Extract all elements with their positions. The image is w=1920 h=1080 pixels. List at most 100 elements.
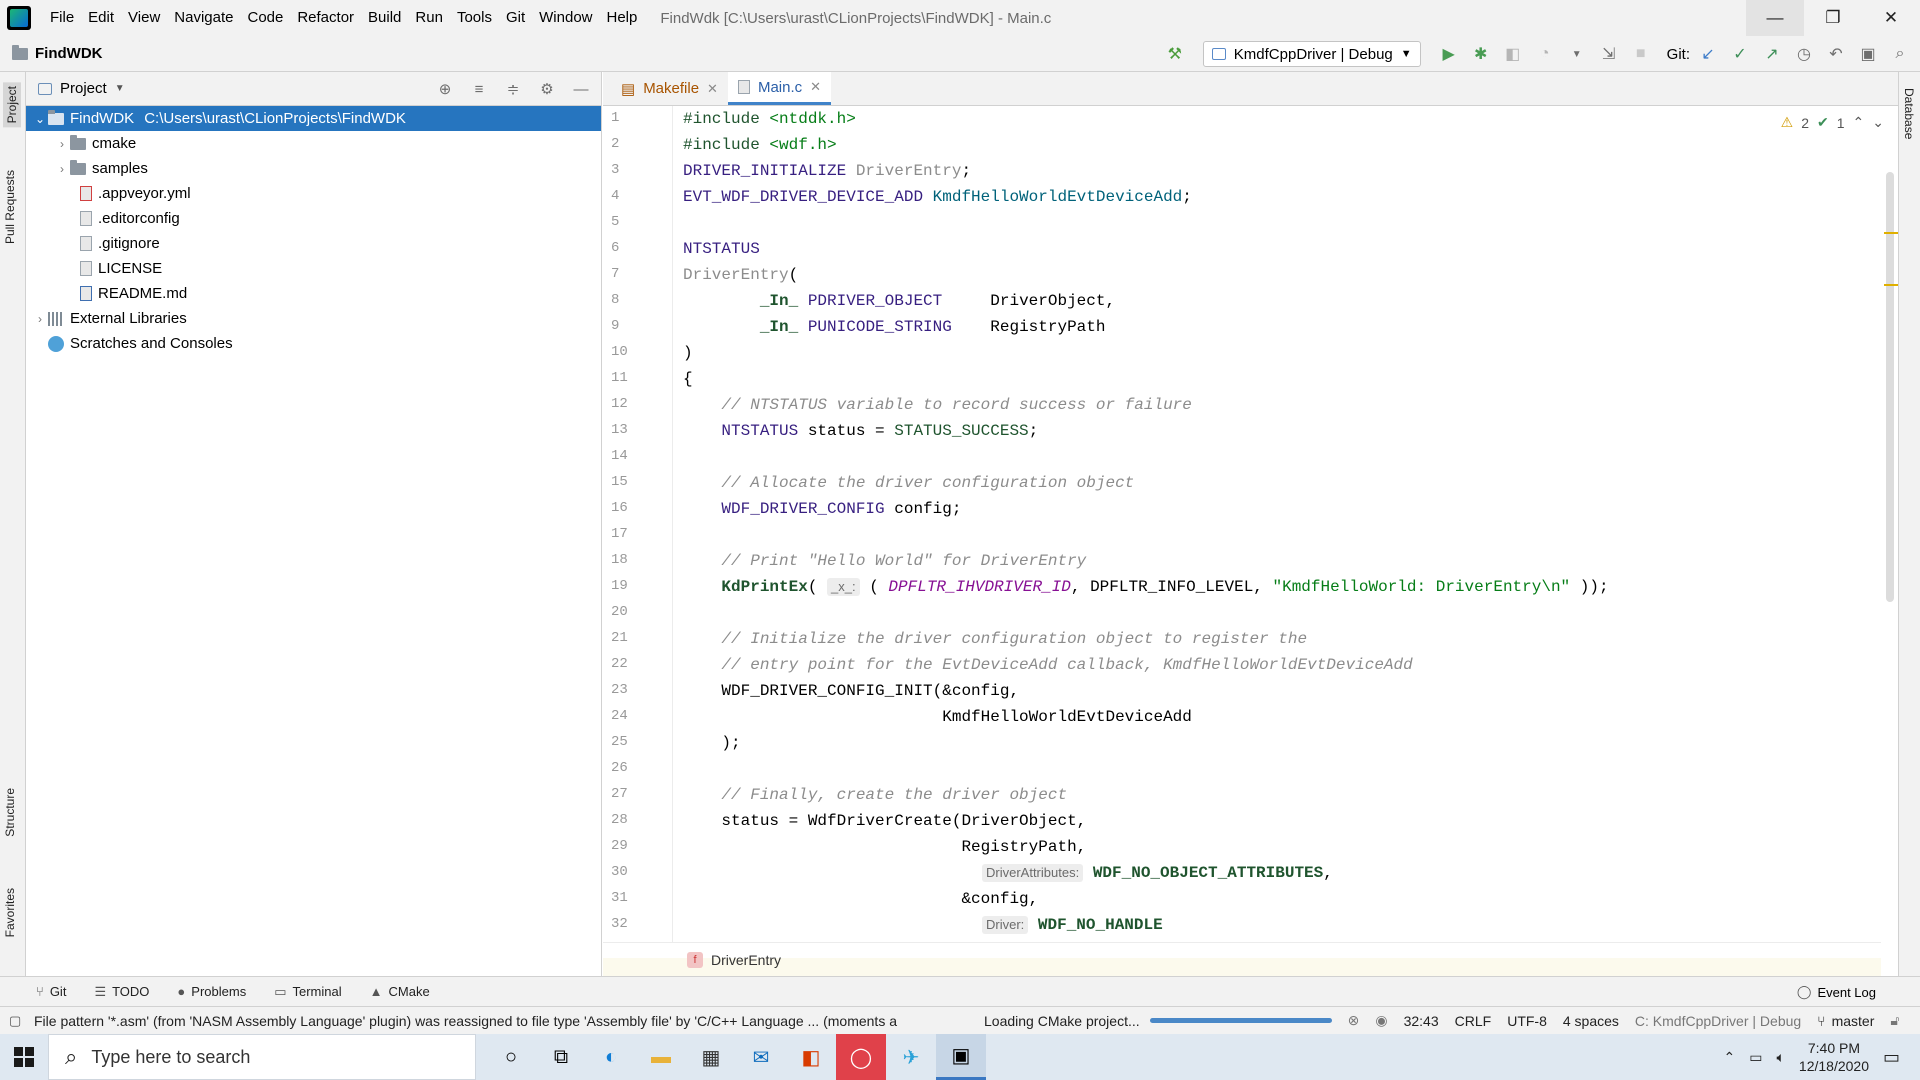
file-explorer-icon[interactable]: ▬	[636, 1034, 686, 1080]
debug-icon[interactable]: ✱	[1467, 40, 1495, 68]
taskbar-search[interactable]: ⌕ Type here to search	[48, 1034, 476, 1080]
stop-icon[interactable]: ■	[1627, 40, 1655, 68]
locate-icon[interactable]: ⊕	[431, 75, 459, 103]
chevron-up-icon[interactable]: ⌃	[1853, 114, 1865, 131]
line-number[interactable]: 27	[611, 786, 651, 802]
notifications-icon[interactable]: ▭	[1883, 1047, 1900, 1068]
line-number[interactable]: 23	[611, 682, 651, 698]
attach-icon[interactable]: ⇲	[1595, 40, 1623, 68]
warning-marker[interactable]	[1884, 232, 1898, 234]
gear-icon[interactable]: ⚙	[533, 75, 561, 103]
line-number[interactable]: 7	[611, 266, 651, 282]
chevron-down-icon[interactable]: ⌄	[1872, 114, 1884, 131]
restore-button[interactable]: ❐	[1804, 0, 1862, 36]
task-view-icon[interactable]: ⧉	[536, 1034, 586, 1080]
coverage-icon[interactable]: ◧	[1499, 40, 1527, 68]
expand-all-icon[interactable]: ≡	[465, 75, 493, 103]
project-breadcrumb[interactable]: FindWDK	[12, 44, 102, 62]
warning-marker[interactable]	[1884, 284, 1898, 286]
layout-icon[interactable]: ▣	[1854, 40, 1882, 68]
tool-event-log[interactable]: ◯ Event Log	[1797, 977, 1876, 1007]
line-number[interactable]: 2	[611, 136, 651, 152]
tree-item-gitignore[interactable]: .gitignore	[26, 231, 601, 256]
caret-position[interactable]: 32:43	[1404, 1013, 1439, 1029]
line-number[interactable]: 19	[611, 578, 651, 594]
line-number[interactable]: 18	[611, 552, 651, 568]
more-run-chevron-icon[interactable]: ▼	[1563, 40, 1591, 68]
line-number[interactable]: 5	[611, 214, 651, 230]
status-message[interactable]: File pattern '*.asm' (from 'NASM Assembl…	[34, 1013, 954, 1029]
profile-icon[interactable]: ◔	[1531, 40, 1559, 68]
menu-help[interactable]: Help	[600, 0, 645, 36]
line-separator[interactable]: CRLF	[1455, 1013, 1492, 1029]
volume-icon[interactable]: 🔈︎	[1777, 1049, 1785, 1066]
office-icon[interactable]: ◧	[786, 1034, 836, 1080]
collapse-all-icon[interactable]: ≑	[499, 75, 527, 103]
resolve-context[interactable]: C: KmdfCppDriver | Debug	[1635, 1013, 1801, 1029]
line-number[interactable]: 11	[611, 370, 651, 386]
tool-terminal[interactable]: ▭ Terminal	[274, 984, 341, 1000]
store-icon[interactable]: ▦	[686, 1034, 736, 1080]
tree-item-external-libraries[interactable]: › External Libraries	[26, 306, 601, 331]
line-number[interactable]: 22	[611, 656, 651, 672]
inspection-widget[interactable]: ⚠ 2 ✔ 1 ⌃ ⌄	[1781, 114, 1884, 131]
menu-git[interactable]: Git	[499, 0, 532, 36]
menu-window[interactable]: Window	[532, 0, 599, 36]
chevron-up-icon[interactable]: ⌃	[1724, 1049, 1736, 1066]
line-number[interactable]: 6	[611, 240, 651, 256]
chevron-right-icon[interactable]: ›	[54, 137, 70, 151]
tree-root[interactable]: ⌄ FindWDK C:\Users\urast\CLionProjects\F…	[26, 106, 601, 131]
tree-item-editorconfig[interactable]: .editorconfig	[26, 206, 601, 231]
line-number[interactable]: 4	[611, 188, 651, 204]
menu-file[interactable]: File	[43, 0, 81, 36]
line-number[interactable]: 13	[611, 422, 651, 438]
line-number[interactable]: 9	[611, 318, 651, 334]
start-button[interactable]	[0, 1034, 48, 1080]
menu-view[interactable]: View	[121, 0, 167, 36]
menu-code[interactable]: Code	[240, 0, 290, 36]
tab-structure[interactable]: Structure	[3, 788, 17, 837]
clion-taskbar-icon[interactable]: ▣	[936, 1034, 986, 1080]
tree-item-scratches[interactable]: Scratches and Consoles	[26, 331, 601, 356]
chevron-down-icon[interactable]: ⌄	[32, 112, 48, 126]
chevron-down-icon[interactable]: ▼	[115, 83, 125, 94]
line-number[interactable]: 8	[611, 292, 651, 308]
line-number[interactable]: 28	[611, 812, 651, 828]
inspection-eye-icon[interactable]: ◉	[1375, 1012, 1387, 1029]
line-number[interactable]: 15	[611, 474, 651, 490]
line-number[interactable]: 32	[611, 916, 651, 932]
line-number[interactable]: 30	[611, 864, 651, 880]
cortana-icon[interactable]: ○	[486, 1034, 536, 1080]
build-hammer-icon[interactable]: ⚒	[1161, 40, 1189, 68]
close-icon[interactable]: ✕	[707, 81, 718, 97]
code-area[interactable]: #include <ntddk.h> #include <wdf.h> DRIV…	[683, 106, 1863, 942]
menu-tools[interactable]: Tools	[450, 0, 499, 36]
line-number[interactable]: 17	[611, 526, 651, 542]
line-number[interactable]: 12	[611, 396, 651, 412]
indent-setting[interactable]: 4 spaces	[1563, 1013, 1619, 1029]
line-number[interactable]: 26	[611, 760, 651, 776]
tree-item-readme[interactable]: README.md	[26, 281, 601, 306]
line-number[interactable]: 16	[611, 500, 651, 516]
line-number[interactable]: 10	[611, 344, 651, 360]
mail-icon[interactable]: ✉	[736, 1034, 786, 1080]
edge-icon[interactable]: ◐	[586, 1034, 636, 1080]
menu-refactor[interactable]: Refactor	[290, 0, 361, 36]
git-update-icon[interactable]: ↙	[1694, 40, 1722, 68]
tool-git[interactable]: ⑂ Git	[36, 984, 66, 999]
opera-icon[interactable]: ◯	[836, 1034, 886, 1080]
tree-item-cmake[interactable]: › cmake	[26, 131, 601, 156]
git-push-icon[interactable]: ↗	[1758, 40, 1786, 68]
line-number[interactable]: 31	[611, 890, 651, 906]
editor-scrollbar[interactable]	[1886, 172, 1894, 602]
menu-navigate[interactable]: Navigate	[167, 0, 240, 36]
tree-item-samples[interactable]: › samples	[26, 156, 601, 181]
chevron-right-icon[interactable]: ›	[32, 312, 48, 326]
git-branch[interactable]: master	[1832, 1013, 1875, 1029]
tab-makefile[interactable]: ▤ Makefile ✕	[611, 72, 728, 105]
background-task[interactable]: Loading CMake project...	[984, 1013, 1140, 1029]
history-icon[interactable]: ◷	[1790, 40, 1818, 68]
hide-icon[interactable]: —	[567, 75, 595, 103]
git-commit-icon[interactable]: ✓	[1726, 40, 1754, 68]
line-number[interactable]: 25	[611, 734, 651, 750]
